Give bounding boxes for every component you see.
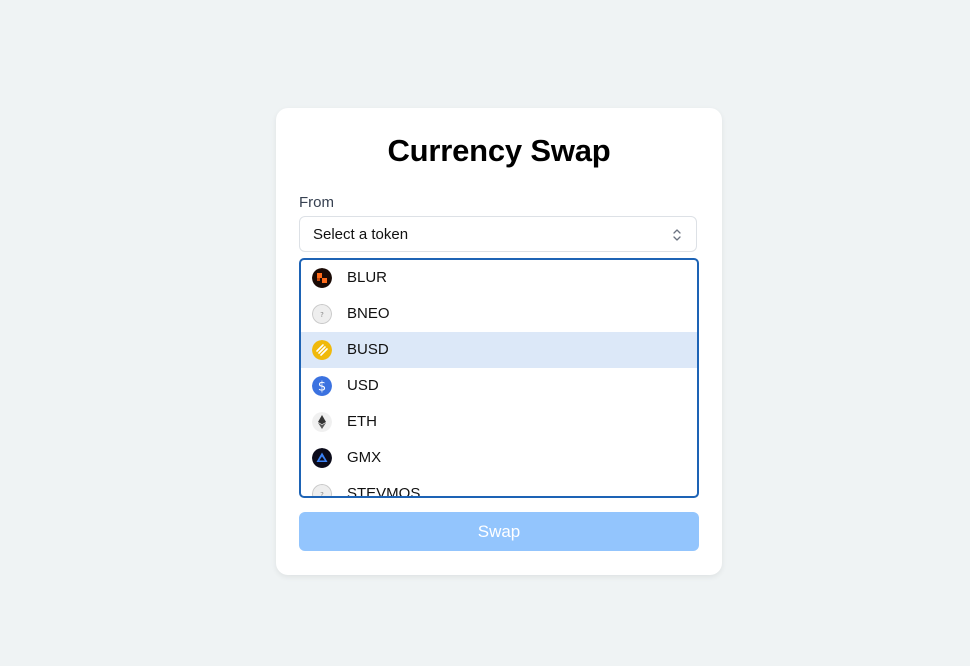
token-option-stevmos[interactable]: ? STEVMOS <box>301 476 697 498</box>
svg-text:?: ? <box>320 311 324 319</box>
option-label: GMX <box>347 449 382 466</box>
token-option-busd[interactable]: BUSD <box>301 332 697 368</box>
token-option-eth[interactable]: ETH <box>301 404 697 440</box>
usd-token-icon: $ <box>312 376 332 396</box>
from-label: From <box>299 194 334 211</box>
token-option-gmx[interactable]: GMX <box>301 440 697 476</box>
unknown-token-icon: ? <box>312 484 332 498</box>
svg-text:$: $ <box>318 380 326 395</box>
busd-token-icon <box>312 340 332 360</box>
swap-card: Currency Swap From Select a token BLUR ?… <box>276 108 722 575</box>
swap-button[interactable]: Swap <box>299 512 699 551</box>
blur-token-icon <box>312 268 332 288</box>
option-label: USD <box>347 377 379 394</box>
select-value: Select a token <box>313 226 409 243</box>
unknown-token-icon: ? <box>312 304 332 324</box>
token-option-usd[interactable]: $ USD <box>301 368 697 404</box>
token-listbox[interactable]: BLUR ? BNEO BUSD $ USD ETH GMX ? STEVMOS <box>299 258 699 498</box>
option-label: BUSD <box>347 341 389 358</box>
option-label: STEVMOS <box>347 485 421 498</box>
token-option-blur[interactable]: BLUR <box>301 260 697 296</box>
from-token-select[interactable]: Select a token <box>299 216 697 252</box>
option-label: BLUR <box>347 269 388 286</box>
option-label: ETH <box>347 413 377 430</box>
svg-text:?: ? <box>320 491 324 498</box>
token-option-bneo[interactable]: ? BNEO <box>301 296 697 332</box>
page-title: Currency Swap <box>387 133 611 168</box>
eth-token-icon <box>312 412 332 432</box>
chevron-up-down-icon <box>672 227 682 243</box>
gmx-token-icon <box>312 448 332 468</box>
option-label: BNEO <box>347 305 390 322</box>
